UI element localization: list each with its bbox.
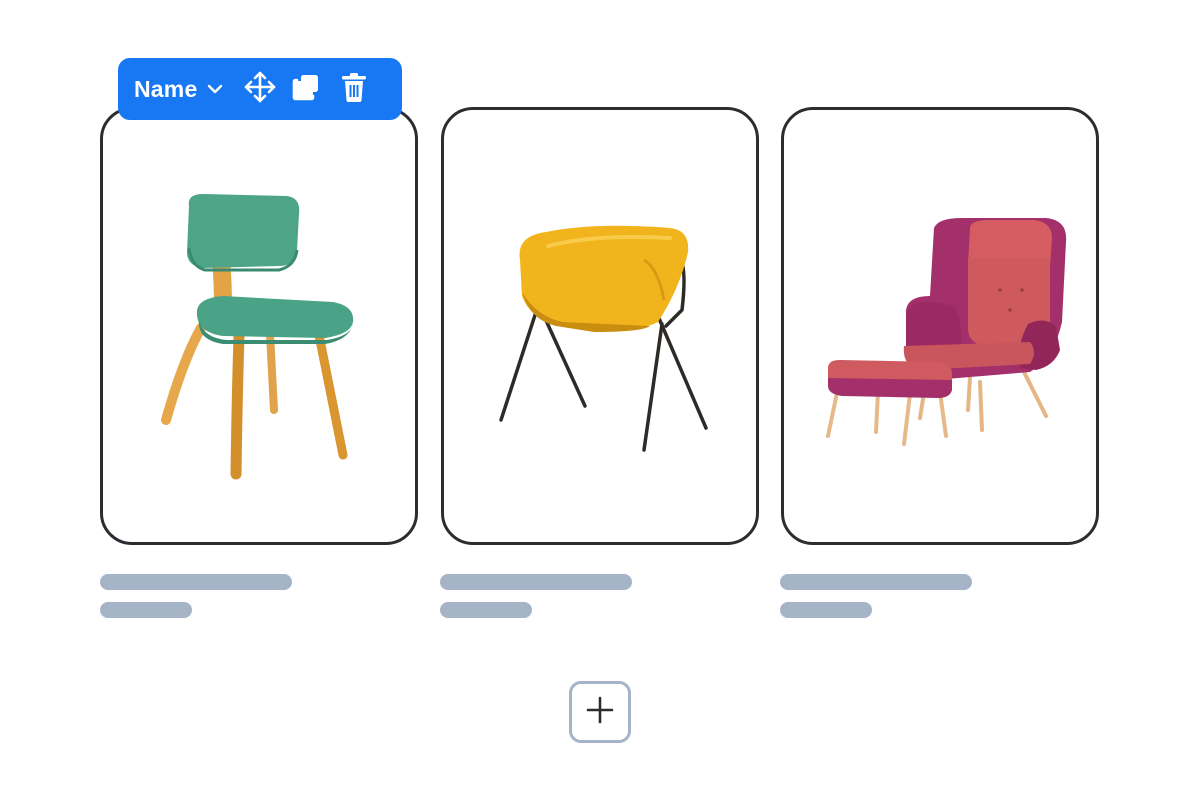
add-item-button[interactable] bbox=[569, 681, 631, 743]
move-button[interactable] bbox=[242, 69, 278, 109]
magenta-armchair-image bbox=[826, 218, 1067, 446]
delete-button[interactable] bbox=[336, 69, 372, 109]
product-title-placeholder-3 bbox=[780, 574, 972, 590]
product-title-placeholder-1 bbox=[100, 574, 292, 590]
duplicate-icon bbox=[291, 72, 321, 107]
product-subtitle-placeholder-3 bbox=[780, 602, 872, 618]
chevron-down-icon bbox=[206, 80, 224, 98]
product-subtitle-placeholder-2 bbox=[440, 602, 532, 618]
trash-icon bbox=[340, 71, 368, 108]
product-card-3[interactable] bbox=[781, 107, 1099, 545]
duplicate-button[interactable] bbox=[288, 69, 324, 109]
product-card-2[interactable] bbox=[441, 107, 759, 545]
product-subtitle-placeholder-1 bbox=[100, 602, 192, 618]
canvas: Name bbox=[0, 0, 1200, 800]
plus-icon bbox=[586, 696, 614, 729]
element-toolbar: Name bbox=[118, 58, 402, 120]
product-title-placeholder-2 bbox=[440, 574, 632, 590]
product-card-1[interactable] bbox=[100, 107, 418, 545]
yellow-chair-image bbox=[499, 225, 708, 452]
name-dropdown[interactable]: Name bbox=[134, 69, 224, 109]
move-icon bbox=[243, 70, 277, 109]
name-dropdown-label: Name bbox=[134, 75, 198, 102]
green-chair-image bbox=[161, 194, 354, 480]
